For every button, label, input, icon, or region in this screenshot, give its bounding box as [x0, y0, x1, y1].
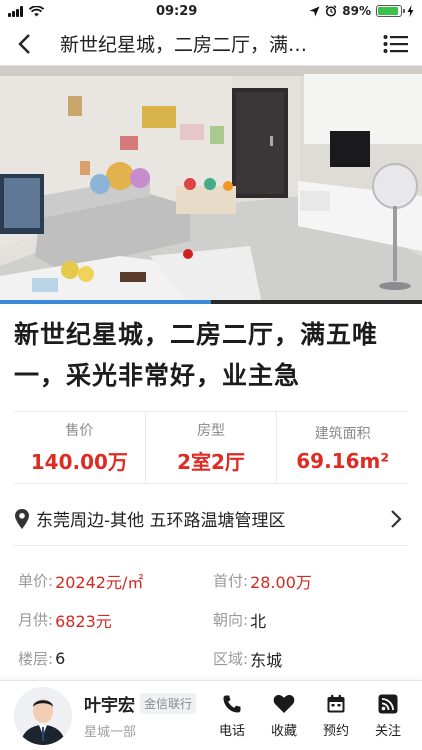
phone-icon: [221, 693, 243, 715]
avatar[interactable]: [14, 686, 72, 745]
wifi-icon: [29, 5, 44, 16]
detail-floor: 楼层: 6: [14, 648, 213, 669]
battery-fill: [378, 7, 398, 15]
status-left: [8, 5, 44, 17]
stat-price: 售价 140.00万: [14, 412, 145, 483]
detail-label: 区域:: [213, 650, 249, 668]
photo-progress-fill: [0, 300, 211, 304]
detail-value: 东城: [250, 650, 283, 670]
stat-area: 建筑面积 69.16m²: [276, 412, 408, 483]
nav-bar: 新世纪星城，二房二厅，满…: [0, 22, 422, 66]
details-grid: 单价: 20242元/㎡ 首付: 28.00万 月供: 6823元 朝向: 北 …: [14, 561, 408, 678]
detail-label: 月供:: [18, 611, 54, 629]
location-row[interactable]: 东莞周边-其他 五环路温塘管理区: [14, 492, 408, 546]
living-room-photo: [0, 66, 422, 304]
heart-icon: [273, 693, 295, 715]
detail-value: 6823元: [55, 611, 112, 631]
agent-name-row: 叶宇宏 金信联行: [84, 691, 206, 716]
detail-value: 28.00万: [250, 572, 312, 592]
back-button[interactable]: [0, 22, 48, 66]
status-time: 09:29: [155, 3, 198, 19]
detail-label: 楼层:: [18, 650, 54, 668]
stat-value: 2室2厅: [177, 450, 245, 474]
detail-orientation: 朝向: 北: [213, 608, 408, 632]
action-label: 预约: [322, 723, 349, 739]
agent-department: 星城一部: [84, 725, 137, 740]
battery-percent: 89%: [342, 4, 371, 18]
stat-value: 140.00万: [30, 450, 128, 474]
nav-title: 新世纪星城，二房二厅，满…: [60, 34, 308, 56]
agent-info[interactable]: 叶宇宏 金信联行 星城一部: [84, 691, 206, 740]
detail-label: 朝向:: [213, 611, 249, 629]
stat-layout: 房型 2室2厅: [144, 412, 277, 483]
rss-icon: [377, 693, 399, 715]
calendar-icon: [325, 693, 347, 715]
agent-name: 叶宇宏: [84, 696, 135, 716]
stat-value: 69.16m²: [296, 448, 390, 473]
battery-icon: [376, 5, 405, 17]
location-arrow-icon: [309, 6, 320, 16]
action-label: 收藏: [270, 723, 297, 739]
status-bar: 09:29 89%: [0, 0, 422, 22]
stat-label: 房型: [197, 423, 225, 439]
detail-row: 月供: 6823元 朝向: 北: [14, 600, 408, 639]
follow-button[interactable]: 关注: [362, 693, 414, 739]
detail-row: 单价: 20242元/㎡ 首付: 28.00万: [14, 561, 408, 600]
detail-down-payment: 首付: 28.00万: [213, 569, 408, 593]
detail-value: 北: [250, 611, 267, 631]
agent-photo: [14, 686, 72, 745]
phone-button[interactable]: 电话: [206, 693, 258, 739]
agent-company: 金信联行: [140, 693, 197, 714]
detail-label: 单价:: [18, 572, 54, 590]
listing-title: 新世纪星城，二房二厅，满五唯一，采光非常好，业主急: [14, 320, 379, 390]
action-label: 关注: [374, 723, 401, 739]
stat-label: 建筑面积: [314, 425, 371, 442]
location-pin-icon: [15, 508, 29, 529]
action-buttons: 电话 收藏 预约 关注: [206, 693, 414, 739]
signal-icon: [8, 5, 23, 17]
detail-district: 区域: 东城: [213, 647, 408, 671]
appointment-button[interactable]: 预约: [310, 693, 362, 739]
detail-label: 首付:: [213, 572, 249, 590]
key-stats: 售价 140.00万 房型 2室2厅 建筑面积 69.16m²: [14, 411, 408, 484]
status-right: 89%: [309, 4, 414, 18]
listing-photo[interactable]: [0, 66, 422, 304]
chevron-left-icon: [18, 33, 30, 54]
detail-monthly: 月供: 6823元: [14, 608, 213, 632]
stat-label: 售价: [65, 423, 94, 439]
chevron-right-icon: [384, 509, 408, 529]
detail-unit-price: 单价: 20242元/㎡: [14, 569, 213, 593]
detail-value: 6: [55, 649, 66, 668]
agent-bar: 叶宇宏 金信联行 星城一部 电话 收藏 预约 关注: [0, 680, 422, 750]
detail-value: 20242元/㎡: [55, 572, 144, 592]
favorite-button[interactable]: 收藏: [258, 693, 310, 739]
action-label: 电话: [218, 723, 245, 739]
photo-progress-bar: [0, 300, 422, 304]
detail-row: 楼层: 6 区域: 东城: [14, 639, 408, 678]
alarm-icon: [325, 5, 337, 17]
menu-button[interactable]: [370, 22, 422, 66]
menu-icon: [383, 34, 408, 53]
location-text: 东莞周边-其他 五环路温塘管理区: [36, 511, 286, 531]
charging-icon: [407, 5, 414, 17]
